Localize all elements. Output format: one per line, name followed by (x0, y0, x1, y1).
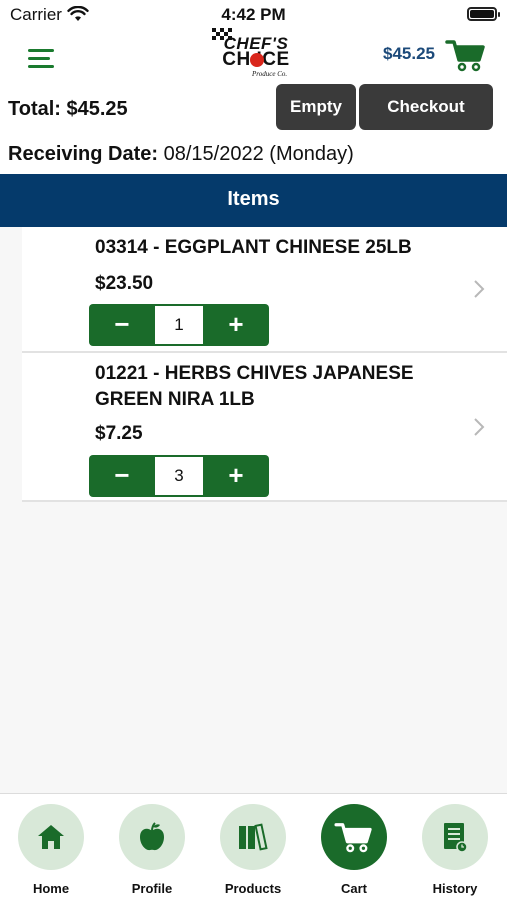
bottom-tab-bar: Home Profile Products Cart History (0, 793, 507, 900)
tab-profile[interactable]: Profile (107, 804, 197, 899)
apple-icon (140, 822, 164, 851)
tomato-icon (250, 53, 264, 67)
quantity-stepper: − 1 + (89, 304, 269, 346)
receiving-date-label: Receiving Date: (8, 143, 159, 165)
quantity-field[interactable]: 1 (155, 306, 203, 344)
empty-cart-button[interactable]: Empty (276, 84, 356, 130)
cart-item[interactable]: 01221 - HERBS CHIVES JAPANESE GREEN NIRA… (22, 353, 507, 502)
nav-bar: CHEF'S CH ICE Produce Co. $45.25 (0, 28, 507, 82)
tab-label: Cart (340, 881, 367, 896)
tab-history[interactable]: History (410, 804, 500, 899)
tab-label: Products (224, 881, 282, 896)
home-icon (38, 825, 64, 849)
chevron-right-icon[interactable] (473, 417, 485, 437)
item-title: 01221 - HERBS CHIVES JAPANESE GREEN NIRA… (95, 363, 414, 410)
cart-icon[interactable] (445, 38, 487, 72)
hamburger-menu-icon[interactable] (28, 49, 56, 69)
order-total: Total: $45.25 (8, 98, 128, 120)
chevron-right-icon[interactable] (473, 279, 485, 299)
decrease-quantity-button[interactable]: − (92, 455, 152, 497)
decrease-quantity-button[interactable]: − (92, 304, 152, 346)
receipt-icon (444, 823, 468, 853)
chefs-choice-logo: CHEF'S CH ICE Produce Co. (212, 28, 300, 80)
cart-item[interactable]: 03314 - EGGPLANT CHINESE 25LB $23.50 − 1… (22, 227, 507, 353)
cart-total-amount[interactable]: $45.25 (383, 44, 435, 64)
tab-label: Profile (131, 881, 173, 896)
tab-cart[interactable]: Cart (309, 804, 399, 899)
items-section-header: Items (0, 174, 507, 227)
increase-quantity-button[interactable]: + (206, 304, 266, 346)
tab-home[interactable]: Home (6, 804, 96, 899)
tab-label: Home (32, 881, 70, 896)
receiving-date: Receiving Date: 08/15/2022 (Monday) (8, 143, 354, 166)
item-title: 03314 - EGGPLANT CHINESE 25LB (95, 237, 412, 258)
item-price: $7.25 (95, 423, 143, 444)
receiving-date-value[interactable]: 08/15/2022 (Monday) (164, 143, 354, 165)
quantity-field[interactable]: 3 (155, 457, 203, 495)
quantity-stepper: − 3 + (89, 455, 269, 497)
increase-quantity-button[interactable]: + (206, 455, 266, 497)
tab-products[interactable]: Products (208, 804, 298, 899)
status-bar: Carrier 4:42 PM (0, 0, 507, 30)
books-icon (239, 823, 268, 851)
cart-icon (334, 823, 372, 853)
order-summary: Total: $45.25 Empty Checkout Receiving D… (0, 82, 507, 174)
battery-icon (467, 7, 500, 21)
tab-label: History (432, 881, 478, 896)
item-price: $23.50 (95, 273, 154, 294)
clock: 4:42 PM (221, 5, 286, 24)
checkout-button[interactable]: Checkout (359, 84, 493, 130)
